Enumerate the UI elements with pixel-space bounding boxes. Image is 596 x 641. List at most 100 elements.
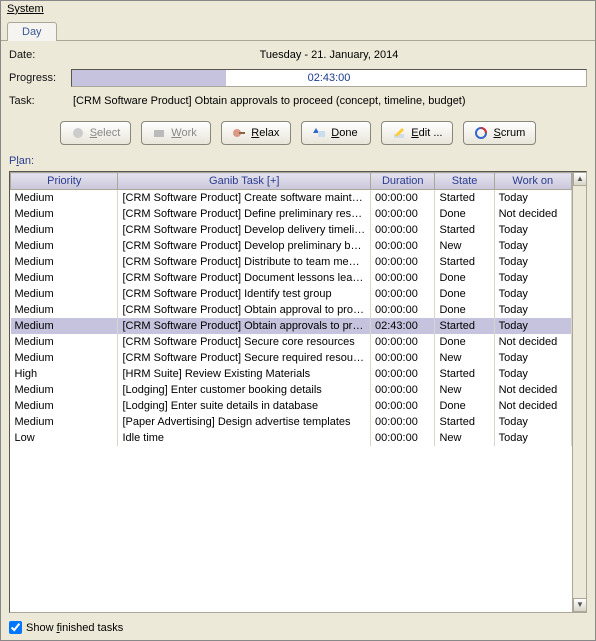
cell-workon: Today — [494, 190, 571, 206]
cell-state: Started — [435, 318, 494, 334]
cell-duration: 00:00:00 — [371, 254, 435, 270]
cell-state: Done — [435, 398, 494, 414]
cell-state: Started — [435, 254, 494, 270]
relax-button-label: Relax — [251, 127, 279, 139]
date-label: Date: — [9, 49, 65, 61]
work-button[interactable]: Work — [141, 121, 211, 145]
footer-row: Show finished tasks — [9, 613, 587, 634]
table-row[interactable]: Medium[CRM Software Product] Distribute … — [11, 254, 572, 270]
tab-strip: Day — [1, 17, 595, 41]
menubar: System — [1, 1, 595, 17]
table-row[interactable]: Medium[CRM Software Product] Document le… — [11, 270, 572, 286]
table-row[interactable]: Medium[CRM Software Product] Define prel… — [11, 206, 572, 222]
cell-priority: Low — [11, 430, 118, 446]
work-button-label: Work — [171, 127, 196, 139]
task-value: [CRM Software Product] Obtain approvals … — [71, 95, 587, 107]
cell-task: [HRM Suite] Review Existing Materials — [118, 366, 371, 382]
col-header-state[interactable]: State — [435, 173, 494, 190]
scroll-down-button[interactable]: ▼ — [573, 598, 587, 612]
show-finished-label[interactable]: Show finished tasks — [26, 622, 123, 634]
table-row[interactable]: High[HRM Suite] Review Existing Material… — [11, 366, 572, 382]
tab-day[interactable]: Day — [7, 22, 57, 41]
cell-state: Done — [435, 270, 494, 286]
progress-bar: 02:43:00 — [71, 69, 587, 87]
cell-task: [Paper Advertising] Design advertise tem… — [118, 414, 371, 430]
cell-priority: Medium — [11, 270, 118, 286]
cell-priority: Medium — [11, 302, 118, 318]
table-row[interactable]: Medium[CRM Software Product] Secure requ… — [11, 350, 572, 366]
table-row[interactable]: Medium[Lodging] Enter suite details in d… — [11, 398, 572, 414]
cell-workon: Not decided — [494, 206, 571, 222]
vertical-scrollbar[interactable]: ▲ ▼ — [572, 172, 586, 612]
cell-priority: Medium — [11, 190, 118, 206]
col-header-duration[interactable]: Duration — [371, 173, 435, 190]
done-icon — [312, 126, 326, 140]
cell-workon: Not decided — [494, 382, 571, 398]
scrum-button-label: Scrum — [493, 127, 525, 139]
cell-task: [CRM Software Product] Distribute to tea… — [118, 254, 371, 270]
date-value: Tuesday - 21. January, 2014 — [71, 49, 587, 61]
cell-workon: Today — [494, 222, 571, 238]
table-row[interactable]: Medium[Lodging] Enter customer booking d… — [11, 382, 572, 398]
col-header-workon[interactable]: Work on — [494, 173, 571, 190]
table-row[interactable]: Medium[CRM Software Product] Identify te… — [11, 286, 572, 302]
table-row[interactable]: Medium[CRM Software Product] Obtain appr… — [11, 302, 572, 318]
cell-workon: Not decided — [494, 334, 571, 350]
relax-button[interactable]: Relax — [221, 121, 291, 145]
main-window: System Day Date: Tuesday - 21. January, … — [0, 0, 596, 641]
table-row[interactable]: Medium[CRM Software Product] Create soft… — [11, 190, 572, 206]
cell-priority: Medium — [11, 414, 118, 430]
task-table[interactable]: Priority Ganib Task [+] Duration State W… — [10, 172, 572, 446]
cell-duration: 00:00:00 — [371, 222, 435, 238]
cell-duration: 00:00:00 — [371, 382, 435, 398]
scrum-button[interactable]: Scrum — [463, 121, 536, 145]
table-row[interactable]: Medium[CRM Software Product] Obtain appr… — [11, 318, 572, 334]
scrum-icon — [474, 126, 488, 140]
cell-priority: Medium — [11, 286, 118, 302]
table-row[interactable]: Medium[CRM Software Product] Develop del… — [11, 222, 572, 238]
cell-state: New — [435, 238, 494, 254]
plan-label: Plan: — [9, 155, 587, 167]
cell-task: [CRM Software Product] Develop delivery … — [118, 222, 371, 238]
edit-button[interactable]: Edit ... — [381, 121, 453, 145]
select-icon — [71, 126, 85, 140]
cell-priority: Medium — [11, 318, 118, 334]
col-header-task[interactable]: Ganib Task [+] — [118, 173, 371, 190]
cell-workon: Today — [494, 238, 571, 254]
scroll-up-button[interactable]: ▲ — [573, 172, 587, 186]
cell-duration: 02:43:00 — [371, 318, 435, 334]
cell-state: New — [435, 350, 494, 366]
task-table-wrap: Priority Ganib Task [+] Duration State W… — [9, 171, 587, 613]
toolbar: Select Work Relax Done Edit ... Scrum — [9, 121, 587, 145]
table-row[interactable]: Medium[CRM Software Product] Develop pre… — [11, 238, 572, 254]
cell-state: Done — [435, 334, 494, 350]
cell-duration: 00:00:00 — [371, 350, 435, 366]
work-icon — [152, 126, 166, 140]
select-button[interactable]: Select — [60, 121, 132, 145]
cell-priority: Medium — [11, 254, 118, 270]
cell-workon: Today — [494, 430, 571, 446]
col-header-priority[interactable]: Priority — [11, 173, 118, 190]
cell-task: [CRM Software Product] Obtain approvals … — [118, 318, 371, 334]
cell-task: [CRM Software Product] Secure core resou… — [118, 334, 371, 350]
progress-text: 02:43:00 — [72, 72, 586, 84]
cell-duration: 00:00:00 — [371, 366, 435, 382]
cell-task: Idle time — [118, 430, 371, 446]
table-row[interactable]: Medium[Paper Advertising] Design adverti… — [11, 414, 572, 430]
cell-duration: 00:00:00 — [371, 414, 435, 430]
show-finished-checkbox[interactable] — [9, 621, 22, 634]
cell-state: Started — [435, 222, 494, 238]
cell-task: [CRM Software Product] Define preliminar… — [118, 206, 371, 222]
cell-workon: Today — [494, 414, 571, 430]
done-button[interactable]: Done — [301, 121, 371, 145]
cell-priority: Medium — [11, 238, 118, 254]
cell-priority: Medium — [11, 334, 118, 350]
menu-system[interactable]: System — [7, 3, 44, 15]
cell-priority: High — [11, 366, 118, 382]
cell-task: [Lodging] Enter suite details in databas… — [118, 398, 371, 414]
table-row[interactable]: Medium[CRM Software Product] Secure core… — [11, 334, 572, 350]
cell-duration: 00:00:00 — [371, 286, 435, 302]
select-button-label: Select — [90, 127, 121, 139]
table-row[interactable]: LowIdle time00:00:00NewToday — [11, 430, 572, 446]
cell-duration: 00:00:00 — [371, 206, 435, 222]
